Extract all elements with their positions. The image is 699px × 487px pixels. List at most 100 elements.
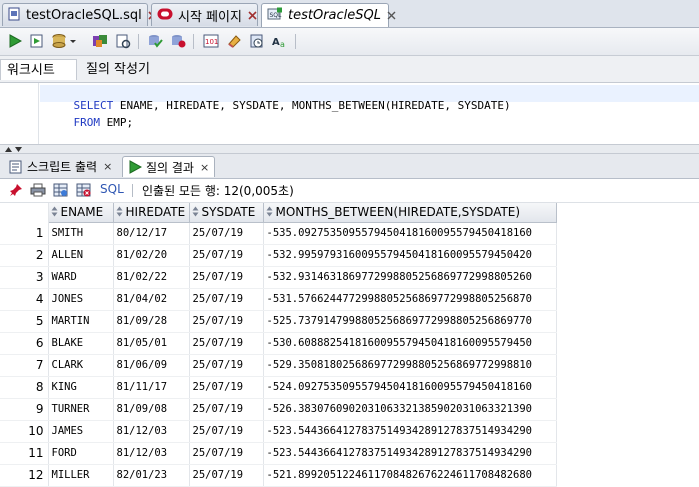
cell-ename[interactable]: CLARK: [48, 354, 114, 377]
cell-ename[interactable]: JONES: [48, 288, 114, 311]
cell-months-between[interactable]: -532.93146318697729988052568697729988052…: [263, 266, 557, 289]
table-row[interactable]: 6 BLAKE 81/05/01 25/07/19 -530.6088825418160…: [0, 332, 557, 355]
cell-hiredate[interactable]: 81/02/20: [113, 244, 190, 267]
sql-editor[interactable]: SELECT ENAME, HIREDATE, SYSDATE, MONTHS_…: [0, 83, 699, 144]
cell-ename[interactable]: JAMES: [48, 420, 114, 443]
cell-sysdate[interactable]: 25/07/19: [189, 354, 264, 377]
cell-sysdate[interactable]: 25/07/19: [189, 310, 264, 333]
cell-ename[interactable]: MARTIN: [48, 310, 114, 333]
rollback-button[interactable]: [168, 32, 188, 50]
editor-tab-worksheet[interactable]: SQL testOracleSQL: [261, 3, 396, 27]
cell-sysdate[interactable]: 25/07/19: [189, 420, 264, 443]
table-row[interactable]: 7 CLARK 81/06/09 25/07/19 -529.3508180256869…: [0, 354, 557, 377]
collapse-arrows-icon[interactable]: [4, 146, 24, 153]
run-script-button[interactable]: [27, 32, 47, 50]
cell-ename[interactable]: WARD: [48, 266, 114, 289]
format-case-button[interactable]: Aa: [270, 32, 290, 50]
cell-hiredate[interactable]: 81/06/09: [113, 354, 190, 377]
cell-sysdate[interactable]: 25/07/19: [189, 222, 264, 245]
table-row[interactable]: 4 JONES 81/04/02 25/07/19 -531.5766244772998…: [0, 288, 557, 311]
cell-hiredate[interactable]: 81/09/28: [113, 310, 190, 333]
cell-months-between[interactable]: -521.89920512246117084826762246117084826…: [263, 464, 557, 487]
editor-tab-sql-file[interactable]: testOracleSQL.sql: [2, 3, 157, 26]
column-header-sysdate[interactable]: SYSDATE: [188, 203, 264, 223]
cell-hiredate[interactable]: 81/12/03: [113, 420, 190, 443]
clear-button[interactable]: [224, 32, 244, 50]
table-row[interactable]: 5 MARTIN 81/09/28 25/07/19 -525.737914799880…: [0, 310, 557, 333]
cell-ename[interactable]: TURNER: [48, 398, 114, 421]
sort-arrows-icon[interactable]: [51, 206, 58, 220]
cell-months-between[interactable]: -523.54436641278375149342891278375149342…: [263, 420, 557, 443]
cell-hiredate[interactable]: 81/11/17: [113, 376, 190, 399]
sql-history-button[interactable]: [247, 32, 267, 50]
cell-sysdate[interactable]: 25/07/19: [189, 266, 264, 289]
cell-sysdate[interactable]: 25/07/19: [189, 442, 264, 465]
cell-ename[interactable]: BLAKE: [48, 332, 114, 355]
cell-sysdate[interactable]: 25/07/19: [189, 244, 264, 267]
cell-hiredate[interactable]: 81/12/03: [113, 442, 190, 465]
cell-months-between[interactable]: -524.09275350955794504181600955794504181…: [263, 376, 557, 399]
autotrace-button[interactable]: [113, 32, 133, 50]
cell-ename[interactable]: ALLEN: [48, 244, 114, 267]
close-icon[interactable]: ×: [200, 161, 209, 174]
cell-hiredate[interactable]: 80/12/17: [113, 222, 190, 245]
cell-hiredate[interactable]: 82/01/23: [113, 464, 190, 487]
cell-ename[interactable]: FORD: [48, 442, 114, 465]
cell-sysdate[interactable]: 25/07/19: [189, 376, 264, 399]
cell-hiredate[interactable]: 81/09/08: [113, 398, 190, 421]
table-row[interactable]: 3 WARD 81/02/22 25/07/19 -532.93146318697729…: [0, 266, 557, 289]
sort-arrows-icon[interactable]: [116, 206, 123, 220]
table-row[interactable]: 10 JAMES 81/12/03 25/07/19 -523.544366412783…: [0, 420, 557, 443]
cell-ename[interactable]: SMITH: [48, 222, 114, 245]
sort-arrows-icon[interactable]: [266, 206, 273, 220]
column-header-months-between[interactable]: MONTHS_BETWEEN(HIREDATE,SYSDATE): [262, 203, 557, 223]
commit-dropdown-button[interactable]: [50, 32, 78, 50]
view-sql-button[interactable]: SQL: [100, 182, 124, 196]
results-grid[interactable]: ENAME HIREDATE SYSDATE MONTHS_BETWEEN(HI…: [0, 203, 699, 487]
tab-script-output[interactable]: 스크립트 출력 ×: [3, 156, 118, 177]
sql-tuning-button[interactable]: 101: [201, 32, 221, 50]
table-row[interactable]: 1 SMITH 80/12/17 25/07/19 -535.0927535095579…: [0, 222, 557, 245]
cell-months-between[interactable]: -531.57662447729988052568697729988052568…: [263, 288, 557, 311]
cell-months-between[interactable]: -523.54436641278375149342891278375149342…: [263, 442, 557, 465]
cancel-fetch-button[interactable]: [74, 181, 94, 199]
editor-tab-start-page[interactable]: 시작 페이지: [151, 3, 258, 26]
run-statement-button[interactable]: [5, 32, 25, 50]
cell-sysdate[interactable]: 25/07/19: [189, 332, 264, 355]
explain-plan-button[interactable]: [90, 32, 110, 50]
sql-line-2[interactable]: FROM EMP;: [47, 103, 134, 142]
table-row[interactable]: 12 MILLER 82/01/23 25/07/19 -521.89920512246…: [0, 464, 557, 487]
column-header-ename[interactable]: ENAME: [47, 203, 114, 223]
editor-results-splitter[interactable]: [0, 144, 699, 154]
cell-hiredate[interactable]: 81/04/02: [113, 288, 190, 311]
close-icon[interactable]: [387, 9, 396, 22]
pin-button[interactable]: [6, 181, 26, 199]
cell-hiredate[interactable]: 81/05/01: [113, 332, 190, 355]
table-row[interactable]: 11 FORD 81/12/03 25/07/19 -523.5443664127837…: [0, 442, 557, 465]
cell-months-between[interactable]: -525.73791479988052568697729988052568697…: [263, 310, 557, 333]
cell-sysdate[interactable]: 25/07/19: [189, 398, 264, 421]
close-icon[interactable]: [248, 9, 257, 22]
refresh-button[interactable]: [51, 181, 71, 199]
cell-sysdate[interactable]: 25/07/19: [189, 464, 264, 487]
column-header-hiredate[interactable]: HIREDATE: [112, 203, 190, 223]
cell-months-between[interactable]: -530.60888254181600955794504181600955794…: [263, 332, 557, 355]
cell-months-between[interactable]: -535.09275350955794504181600955794504181…: [263, 222, 557, 245]
cell-hiredate[interactable]: 81/02/22: [113, 266, 190, 289]
cell-sysdate[interactable]: 25/07/19: [189, 288, 264, 311]
cell-months-between[interactable]: -532.99597931600955794504181600955794504…: [263, 244, 557, 267]
commit-button[interactable]: [145, 32, 165, 50]
table-row[interactable]: 8 KING 81/11/17 25/07/19 -524.09275350955794…: [0, 376, 557, 399]
cell-ename[interactable]: MILLER: [48, 464, 114, 487]
cell-months-between[interactable]: -526.38307609020310633213859020310633213…: [263, 398, 557, 421]
cell-ename[interactable]: KING: [48, 376, 114, 399]
tab-query-result[interactable]: 질의 결과 ×: [122, 156, 216, 177]
cell-months-between[interactable]: -529.35081802568697729988052568697729988…: [263, 354, 557, 377]
table-row[interactable]: 2 ALLEN 81/02/20 25/07/19 -532.9959793160095…: [0, 244, 557, 267]
table-row[interactable]: 9 TURNER 81/09/08 25/07/19 -526.383076090203…: [0, 398, 557, 421]
print-button[interactable]: [28, 181, 48, 199]
sort-arrows-icon[interactable]: [192, 206, 199, 220]
close-icon[interactable]: ×: [103, 160, 112, 173]
tab-query-builder[interactable]: 질의 작성기: [80, 59, 156, 80]
tab-worksheet[interactable]: 워크시트: [0, 59, 77, 80]
